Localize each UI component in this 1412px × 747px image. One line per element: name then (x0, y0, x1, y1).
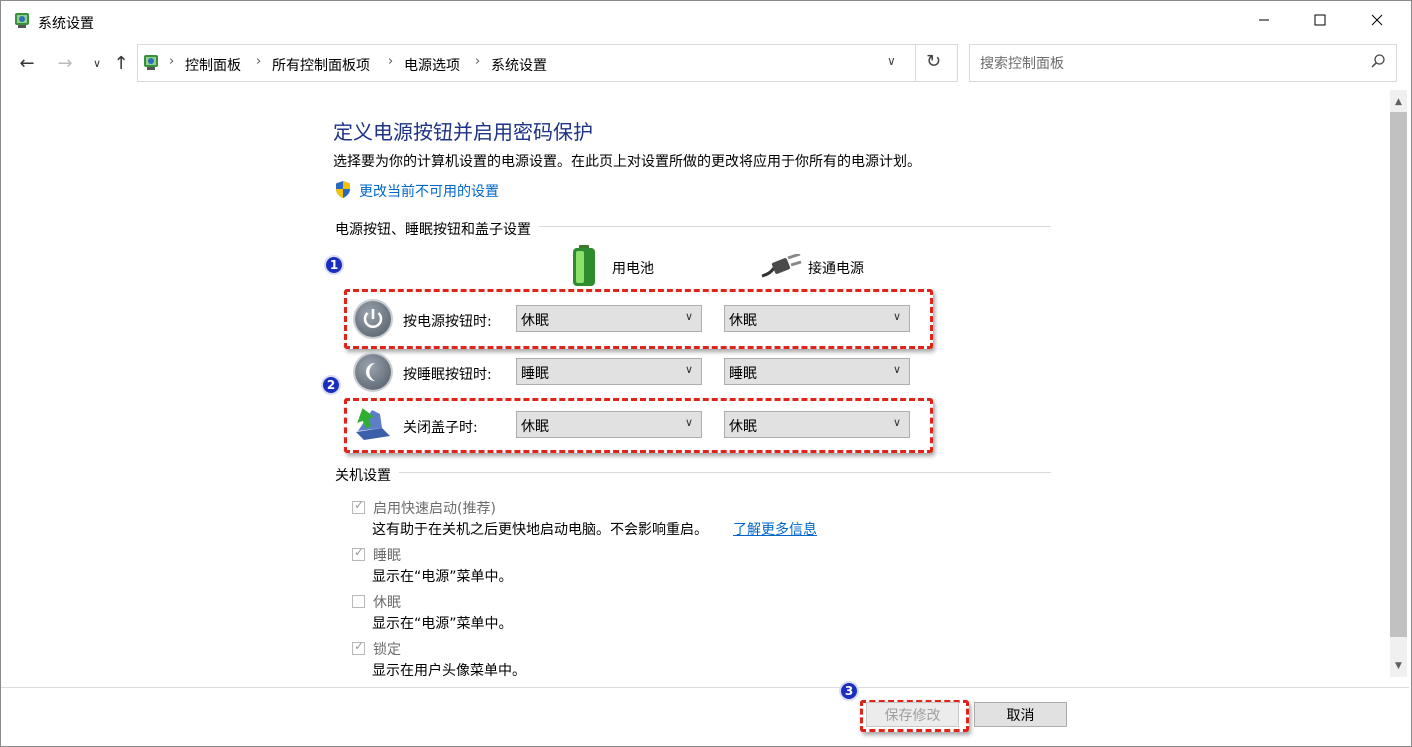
page-heading: 定义电源按钮并启用密码保护 (333, 120, 593, 144)
minimize-icon (1259, 19, 1269, 21)
breadcrumb-separator-icon: › (388, 54, 394, 69)
section-divider (340, 472, 1051, 473)
scroll-up-button[interactable]: ▲ (1390, 92, 1407, 112)
shutdown-section-title: 关机设置 (335, 465, 399, 485)
chevron-down-icon: ∨ (892, 363, 901, 376)
battery-column-label: 用电池 (612, 261, 654, 277)
refresh-button[interactable]: ↻ (926, 51, 941, 72)
chevron-down-icon: ∨ (92, 56, 102, 70)
address-dropdown-button[interactable]: ∨ (887, 54, 896, 68)
up-button[interactable]: ↑ (108, 46, 134, 80)
select-value: 休眠 (729, 313, 757, 329)
breadcrumb-separator-icon: › (169, 54, 175, 69)
address-bar[interactable]: › 控制面板 › 所有控制面板项 › 电源选项 › 系统设置 ∨ ↻ (137, 44, 958, 82)
search-input[interactable] (978, 51, 1362, 77)
triangle-up-icon: ▲ (1395, 97, 1402, 107)
scroll-down-button[interactable]: ▼ (1390, 656, 1407, 676)
power-button-battery-select[interactable]: 休眠 ∨ (516, 305, 702, 332)
maximize-icon (1314, 14, 1326, 26)
address-divider (915, 45, 916, 81)
chevron-down-icon: ∨ (684, 310, 693, 323)
triangle-down-icon: ▼ (1395, 661, 1402, 671)
breadcrumb-separator-icon: › (256, 54, 262, 69)
change-settings-link[interactable]: 更改当前不可用的设置 (359, 181, 499, 201)
checkmark-icon: ✓ (354, 545, 365, 559)
fast-startup-description: 这有助于在关机之后更快地启动电脑。不会影响重启。 (372, 522, 708, 538)
lid-close-label: 关闭盖子时: (403, 420, 478, 436)
close-icon (1371, 14, 1383, 26)
chevron-down-icon: ∨ (684, 363, 693, 376)
power-button-plugged-select[interactable]: 休眠 ∨ (724, 305, 910, 332)
scrollbar-thumb[interactable] (1390, 112, 1407, 637)
hibernate-option-description: 显示在“电源”菜单中。 (372, 616, 513, 632)
checkmark-icon: ✓ (354, 639, 365, 653)
forward-button[interactable]: → (52, 46, 78, 80)
window-title: 系统设置 (38, 16, 94, 32)
maximize-button[interactable] (1297, 1, 1343, 39)
window-frame (0, 0, 1412, 747)
breadcrumb-separator-icon: › (475, 54, 481, 69)
save-changes-button[interactable]: 保存修改 (866, 702, 959, 727)
chevron-down-icon: ∨ (684, 416, 693, 429)
recent-locations-button[interactable]: ∨ (84, 46, 110, 80)
breadcrumb-system-settings[interactable]: 系统设置 (491, 55, 547, 75)
sleep-button-label: 按睡眠按钮时: (403, 367, 492, 383)
breadcrumb-all-items[interactable]: 所有控制面板项 (272, 55, 370, 75)
close-button[interactable] (1354, 1, 1400, 39)
control-panel-icon (12, 10, 32, 34)
plug-icon (760, 252, 802, 282)
breadcrumb-control-panel[interactable]: 控制面板 (185, 55, 241, 75)
learn-more-link[interactable]: 了解更多信息 (733, 519, 817, 539)
refresh-icon: ↻ (926, 51, 942, 72)
buttons-section-title: 电源按钮、睡眠按钮和盖子设置 (335, 219, 539, 239)
sleep-button-plugged-select[interactable]: 睡眠 ∨ (724, 358, 910, 385)
lock-option-label: 锁定 (373, 642, 401, 658)
fast-startup-checkbox[interactable]: ✓ (352, 498, 365, 514)
annotation-badge-2: 2 (321, 375, 341, 395)
select-value: 睡眠 (521, 366, 549, 382)
lock-checkbox[interactable]: ✓ (352, 639, 365, 655)
lock-option-description: 显示在用户头像菜单中。 (372, 663, 526, 679)
sleep-button-battery-select[interactable]: 睡眠 ∨ (516, 358, 702, 385)
annotation-badge-1: 1 (324, 255, 344, 275)
sleep-option-label: 睡眠 (373, 548, 401, 564)
search-box[interactable] (969, 44, 1397, 82)
chevron-down-icon: ∨ (887, 54, 896, 68)
fast-startup-label: 启用快速启动(推荐) (373, 501, 496, 517)
power-button-label: 按电源按钮时: (403, 314, 492, 330)
checkmark-icon: ✓ (354, 498, 365, 512)
select-value: 休眠 (521, 313, 549, 329)
battery-icon (571, 245, 597, 291)
select-value: 休眠 (521, 419, 549, 435)
plugged-column-label: 接通电源 (808, 261, 864, 277)
moon-icon (355, 354, 391, 390)
select-value: 休眠 (729, 419, 757, 435)
search-icon[interactable] (1370, 53, 1386, 73)
arrow-left-icon: ← (19, 52, 35, 74)
hibernate-checkbox[interactable] (352, 595, 365, 608)
footer-bar (1, 687, 1409, 744)
control-panel-icon (141, 52, 161, 76)
breadcrumb-power-options[interactable]: 电源选项 (404, 55, 460, 75)
select-value: 睡眠 (729, 366, 757, 382)
sleep-option-description: 显示在“电源”菜单中。 (372, 569, 513, 585)
lid-close-battery-select[interactable]: 休眠 ∨ (516, 411, 702, 438)
page-description: 选择要为你的计算机设置的电源设置。在此页上对设置所做的更改将应用于你所有的电源计… (333, 154, 921, 170)
arrow-up-icon: ↑ (113, 52, 129, 74)
uac-shield-icon (334, 180, 352, 203)
annotation-badge-3: 3 (839, 681, 859, 701)
laptop-lid-icon (352, 406, 392, 446)
lid-close-plugged-select[interactable]: 休眠 ∨ (724, 411, 910, 438)
hibernate-option-label: 休眠 (373, 595, 401, 611)
minimize-button[interactable] (1241, 1, 1287, 39)
back-button[interactable]: ← (14, 46, 40, 80)
sleep-checkbox[interactable]: ✓ (352, 545, 365, 561)
title-bar: 系统设置 (1, 1, 1411, 39)
power-icon (355, 301, 391, 337)
arrow-right-icon: → (57, 52, 73, 74)
chevron-down-icon: ∨ (892, 310, 901, 323)
cancel-button[interactable]: 取消 (974, 702, 1067, 727)
chevron-down-icon: ∨ (892, 416, 901, 429)
